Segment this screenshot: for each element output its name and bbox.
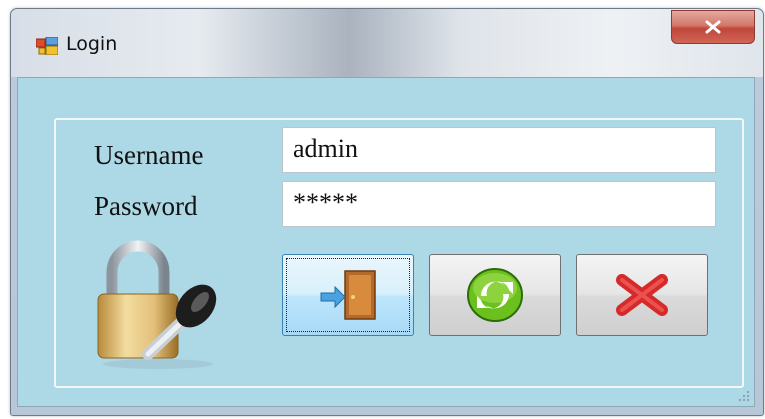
close-button[interactable]	[671, 10, 755, 44]
reset-button[interactable]	[429, 254, 561, 336]
resize-grip-icon[interactable]	[736, 388, 750, 402]
window-app-icon	[36, 37, 58, 55]
password-field[interactable]: *****	[282, 181, 716, 227]
client-area: Username admin Password *****	[17, 77, 755, 407]
refresh-icon	[467, 268, 523, 322]
close-x-icon	[705, 20, 721, 34]
login-window: Login Username admin Password *****	[10, 8, 764, 416]
window-title: Login	[66, 33, 118, 55]
lock-key-icon	[97, 240, 217, 369]
password-label: Password	[94, 191, 198, 221]
exit-button[interactable]	[576, 254, 708, 336]
title-bar[interactable]: Login	[11, 9, 763, 77]
red-x-icon	[616, 274, 668, 316]
login-button[interactable]	[282, 254, 414, 336]
username-label: Username	[94, 140, 204, 170]
username-field[interactable]: admin	[282, 127, 716, 173]
door-enter-icon	[320, 270, 376, 320]
